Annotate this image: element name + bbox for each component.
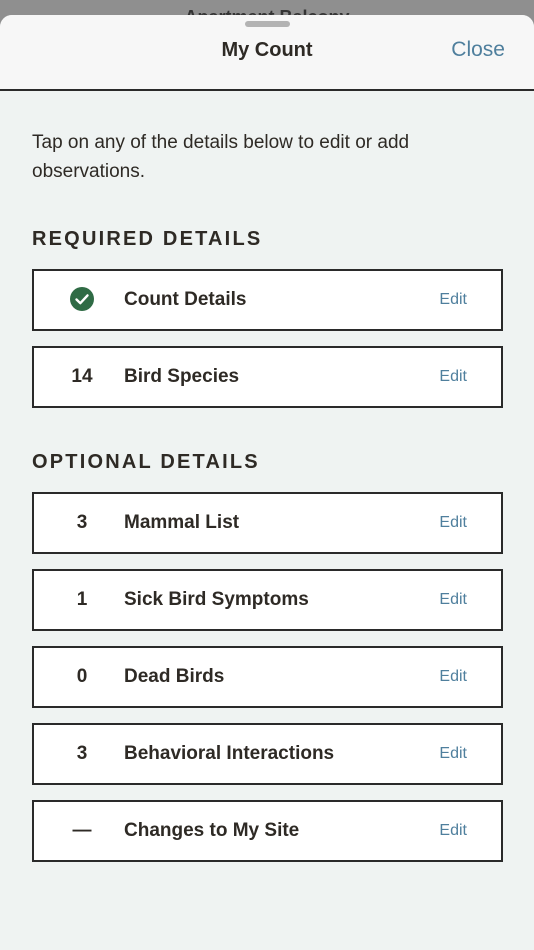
instructions-text: Tap on any of the details below to edit … [32, 132, 410, 182]
edit-button[interactable]: Edit [439, 648, 467, 706]
behavioral-interactions-row[interactable]: 3 Behavioral Interactions Edit [32, 723, 503, 785]
edit-button[interactable]: Edit [439, 571, 467, 629]
row-count: 3 [76, 743, 88, 764]
edit-button[interactable]: Edit [439, 348, 467, 406]
sick-bird-symptoms-row[interactable]: 1 Sick Bird Symptoms Edit [32, 569, 503, 631]
close-button[interactable]: Close [451, 38, 505, 62]
row-label: Dead Birds [124, 666, 225, 687]
optional-details-heading: OPTIONAL DETAILS [32, 451, 260, 473]
count-details-row[interactable]: Count Details Edit [32, 269, 503, 331]
row-label: Bird Species [124, 366, 240, 387]
edit-button[interactable]: Edit [439, 802, 467, 860]
row-label: Behavioral Interactions [124, 743, 335, 764]
checkmark-circle-icon [70, 287, 94, 311]
bird-species-row[interactable]: 14 Bird Species Edit [32, 346, 503, 408]
row-count: 1 [76, 589, 88, 610]
edit-button[interactable]: Edit [439, 494, 467, 552]
sheet-header: My Count Close [0, 15, 534, 91]
row-count: 3 [76, 512, 88, 533]
row-label: Mammal List [124, 512, 240, 533]
edit-button[interactable]: Edit [439, 725, 467, 783]
row-count: 14 [71, 366, 93, 387]
row-count: 0 [76, 666, 88, 687]
row-label: Sick Bird Symptoms [124, 589, 309, 610]
dead-birds-row[interactable]: 0 Dead Birds Edit [32, 646, 503, 708]
required-details-heading: REQUIRED DETAILS [32, 228, 263, 250]
sheet-grabber-handle[interactable] [245, 21, 290, 27]
edit-button[interactable]: Edit [439, 271, 467, 329]
changes-to-my-site-row[interactable]: — Changes to My Site Edit [32, 800, 503, 862]
row-label: Changes to My Site [124, 820, 300, 841]
row-label: Count Details [124, 289, 247, 310]
row-count: — [72, 820, 92, 841]
mammal-list-row[interactable]: 3 Mammal List Edit [32, 492, 503, 554]
